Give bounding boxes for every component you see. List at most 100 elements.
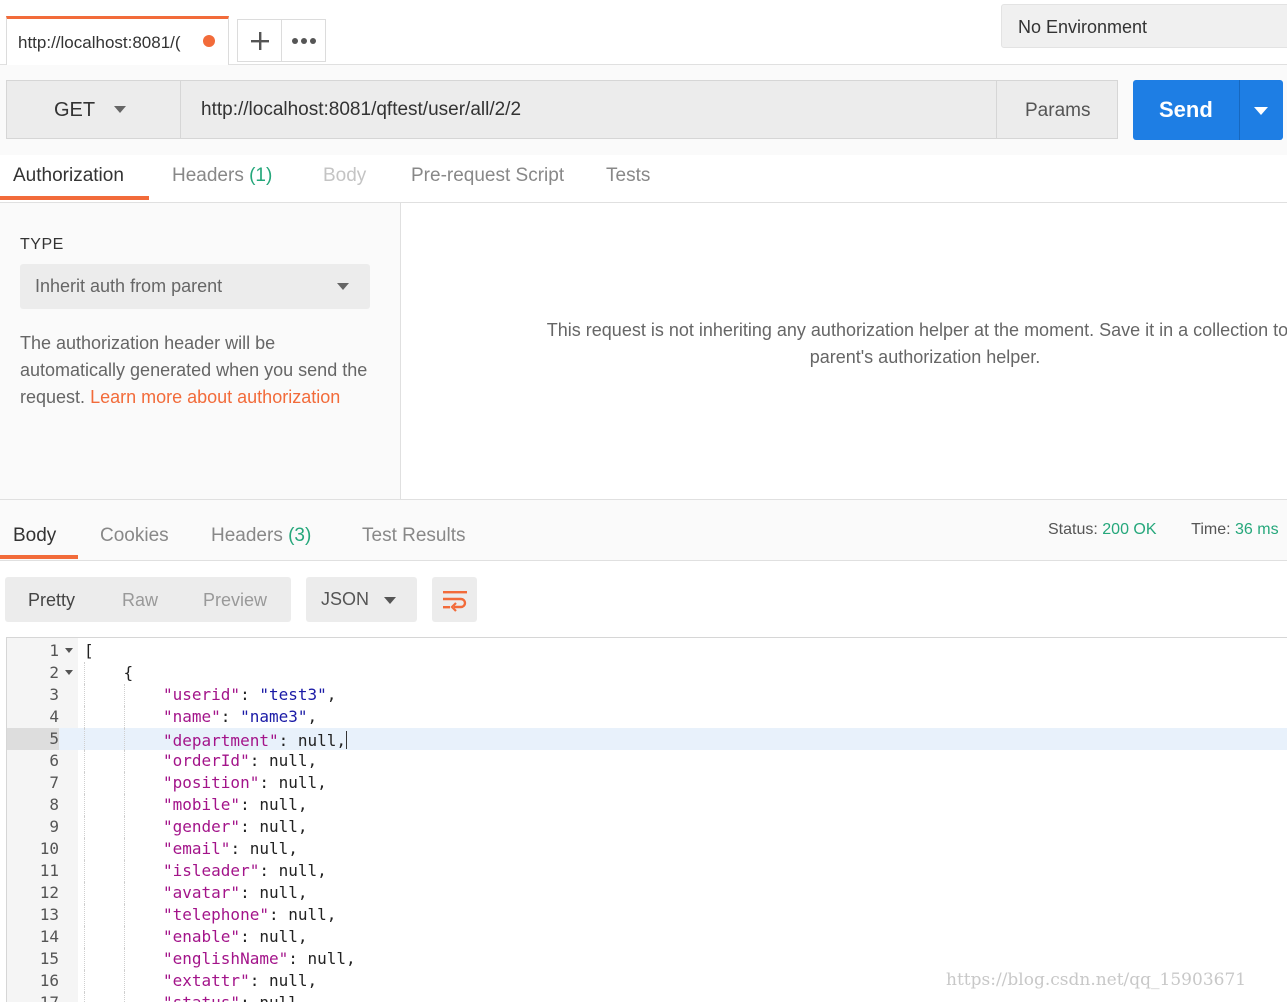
indent-guide (84, 684, 85, 706)
auth-type-label: TYPE (20, 236, 64, 253)
line-number: 17 (7, 992, 59, 1002)
more-tabs-button[interactable] (281, 19, 326, 62)
indent-guide (84, 882, 85, 904)
indent-guide (123, 860, 125, 882)
json-string: "name3" (240, 707, 308, 726)
code-line: 2{ (7, 662, 1287, 684)
ellipsis-icon (291, 37, 316, 44)
json-key: "department" (163, 731, 279, 750)
auth-info-message: This request is not inheriting any autho… (475, 317, 1287, 371)
tab-body[interactable]: Body (323, 165, 366, 187)
json-punctuation: : null, (230, 839, 298, 858)
json-punctuation: : null, (240, 993, 307, 1002)
json-string: "test3" (259, 685, 327, 704)
time-value: 36 ms (1235, 521, 1279, 538)
json-punctuation: : (240, 685, 260, 704)
tab-count: (3) (288, 525, 312, 546)
view-pretty-button[interactable]: Pretty (28, 590, 75, 611)
code-line: 10 "email": null, (7, 838, 1287, 860)
params-button[interactable]: Params (996, 80, 1118, 139)
tab-authorization[interactable]: Authorization (13, 165, 124, 187)
line-number: 12 (39, 883, 59, 902)
tab-label: Body (323, 165, 367, 186)
view-preview-button[interactable]: Preview (203, 590, 267, 611)
code-text: "avatar": null, (163, 882, 308, 904)
code-line: 17 "status": null, (7, 992, 1287, 1002)
response-tab-body[interactable]: Body (13, 525, 56, 547)
format-caret-down-icon (384, 597, 396, 604)
line-number: 11 (39, 861, 59, 880)
line-number: 8 (49, 795, 59, 814)
response-tab-test-results[interactable]: Test Results (362, 525, 465, 547)
tab-label: Body (13, 525, 57, 546)
new-tab-button[interactable] (237, 19, 282, 62)
line-number: 10 (39, 839, 59, 858)
line-number: 7 (49, 773, 59, 792)
code-line: 6 "orderId": null, (7, 750, 1287, 772)
send-button[interactable]: Send (1133, 80, 1239, 140)
indent-guide (123, 772, 125, 794)
request-tab-title: http://localhost:8081/( (18, 33, 181, 52)
format-value: JSON (321, 589, 370, 609)
tab-headers[interactable]: Headers (1) (172, 165, 272, 187)
fold-toggle-icon[interactable] (65, 648, 73, 653)
indent-guide (84, 948, 85, 970)
json-key: "status" (163, 993, 240, 1002)
response-code-editor[interactable]: 1[2{3 "userid": "test3", 4 "name": "name3",… (6, 637, 1287, 1002)
json-key: "avatar" (163, 883, 241, 902)
indent-guide (123, 904, 125, 926)
json-key: "position" (163, 773, 260, 792)
json-key: "englishName" (163, 949, 289, 968)
line-number: 13 (39, 905, 59, 924)
tab-label: Headers (172, 165, 244, 186)
code-line: 5 "department": null, (7, 728, 1287, 750)
json-punctuation: : null, (278, 731, 347, 750)
json-punctuation: { (123, 663, 134, 682)
json-punctuation: , (307, 707, 318, 726)
response-tab-headers[interactable]: Headers (3) (211, 525, 311, 547)
view-raw-button[interactable]: Raw (122, 590, 158, 611)
tab-label: Pre-request Script (411, 165, 565, 186)
method-select[interactable]: GET (6, 80, 181, 139)
code-text: "mobile": null, (163, 794, 308, 816)
active-response-tab-indicator (0, 555, 78, 559)
indent-guide (123, 684, 125, 706)
json-key: "isleader" (163, 861, 260, 880)
json-punctuation: , (326, 685, 337, 704)
environment-select[interactable]: No Environment (1001, 4, 1287, 48)
line-number: 9 (49, 817, 59, 836)
environment-value: No Environment (1018, 17, 1148, 37)
tab-tests[interactable]: Tests (606, 165, 650, 187)
send-caret-down-icon (1254, 107, 1268, 115)
tab-label: Authorization (13, 165, 124, 186)
json-key: "enable" (163, 927, 241, 946)
line-number: 6 (49, 751, 59, 770)
status-label: Status: (1048, 521, 1098, 538)
fold-toggle-icon[interactable] (65, 670, 73, 675)
code-text: "userid": "test3", (163, 684, 336, 706)
indent-guide (84, 904, 85, 926)
response-meta: Status: 200 OK Time: 36 ms (1048, 521, 1279, 539)
tab-pre-request-script[interactable]: Pre-request Script (411, 165, 564, 187)
indent-guide (84, 970, 85, 992)
json-key: "extattr" (163, 971, 250, 990)
json-key: "orderId" (163, 751, 250, 770)
wrap-lines-button[interactable] (432, 577, 477, 622)
json-punctuation: : (220, 707, 241, 726)
auth-caret-down-icon (337, 283, 349, 290)
auth-type-select[interactable]: Inherit auth from parent (20, 264, 370, 309)
json-punctuation: [ (84, 641, 94, 660)
code-line: 13 "telephone": null, (7, 904, 1287, 926)
active-tab-indicator (0, 196, 149, 200)
json-key: "mobile" (163, 795, 241, 814)
code-text: "gender": null, (163, 816, 308, 838)
auth-type-value: Inherit auth from parent (35, 276, 223, 296)
url-input[interactable]: http://localhost:8081/qftest/user/all/2/… (180, 80, 997, 139)
format-select[interactable]: JSON (306, 577, 417, 622)
json-punctuation: : null, (268, 905, 337, 924)
indent-guide (84, 860, 85, 882)
learn-more-link[interactable]: Learn more about authorization (90, 387, 340, 407)
response-tab-cookies[interactable]: Cookies (100, 525, 169, 547)
indent-guide (123, 992, 125, 1002)
request-tab[interactable]: http://localhost:8081/( (6, 16, 229, 65)
